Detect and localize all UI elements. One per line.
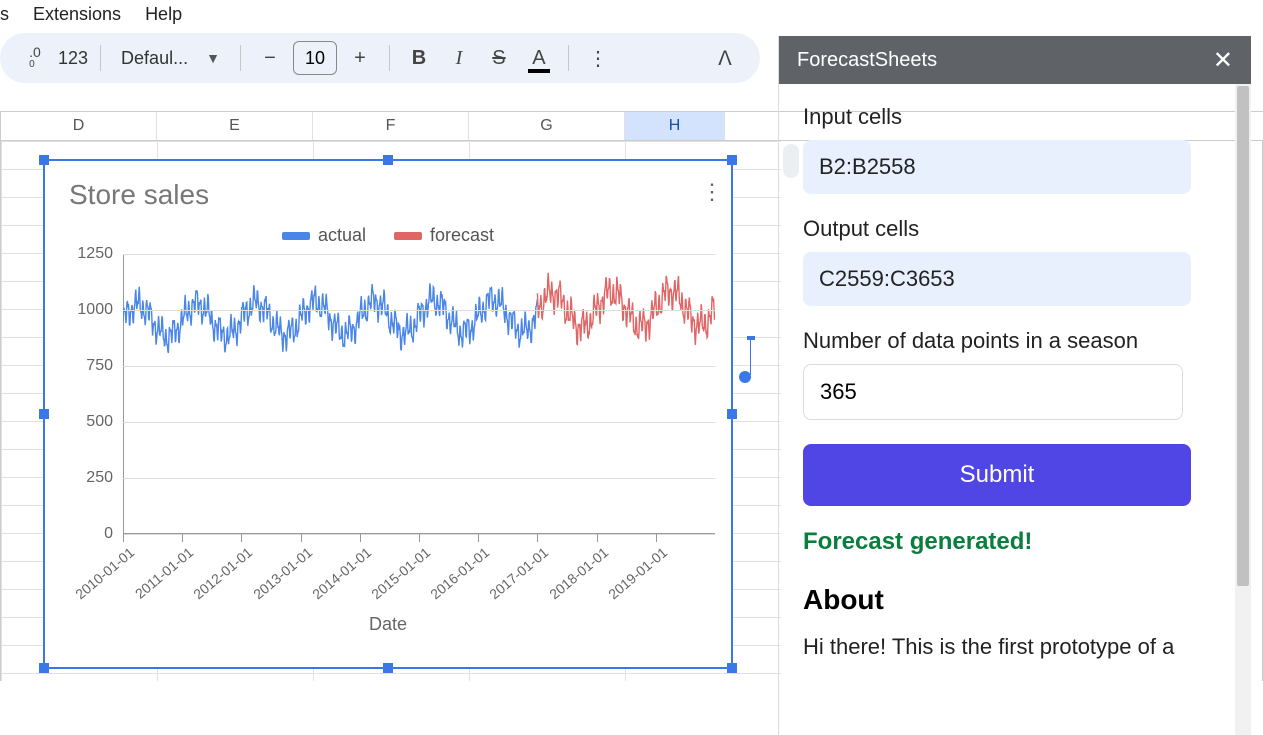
x-tick [478,534,479,542]
menu-item-help[interactable]: Help [145,4,182,25]
input-cells-label: Input cells [803,104,1227,130]
font-family-select[interactable]: Defaul... ▼ [113,48,228,69]
close-icon[interactable]: ✕ [1213,46,1233,75]
status-message: Forecast generated! [803,528,1227,556]
embedded-chart[interactable]: Store sales ⋮ actual forecast [43,159,733,669]
gridline [123,478,715,479]
y-tick-label: 750 [69,357,113,375]
x-tick [182,534,183,542]
sidepanel-title: ForecastSheets [797,49,937,72]
bold-button[interactable]: B [402,41,436,75]
toolbar-separator [240,45,241,71]
text-color-swatch [528,69,550,73]
x-tick [241,534,242,542]
x-tick [360,534,361,542]
chart-anchor-handle[interactable] [739,371,751,383]
number-format-button[interactable]: 123 [58,48,88,69]
font-size-input[interactable]: 10 [293,41,337,75]
increase-font-button[interactable]: + [343,41,377,75]
x-tick [597,534,598,542]
sidepanel-scrollbar[interactable] [1235,84,1251,735]
gridline [123,366,715,367]
x-tick [419,534,420,542]
output-cells-field[interactable]: C2559:C3653 [803,252,1191,306]
chevron-down-icon: ▼ [206,50,220,66]
y-tick-label: 250 [69,469,113,487]
text-color-button[interactable]: A [522,41,556,75]
gridline [123,310,715,311]
chart-series [123,254,715,534]
submit-button[interactable]: Submit [803,444,1191,506]
col-header-g[interactable]: G [469,112,625,140]
chart-title: Store sales [69,179,707,211]
legend-label: actual [318,225,366,246]
strikethrough-button[interactable]: S [482,41,516,75]
col-header-f[interactable]: F [313,112,469,140]
x-axis-label: Date [69,614,707,635]
sidepanel-body: Input cells B2:B2558 Output cells C2559:… [779,84,1251,735]
italic-button[interactable]: I [442,41,476,75]
chart-anchor-indicator [750,339,751,375]
menu-bar: s Extensions Help [0,0,1263,33]
chart-menu-button[interactable]: ⋮ [701,179,723,205]
input-cells-field[interactable]: B2:B2558 [803,140,1191,194]
collapse-toolbar-button[interactable]: ᐱ [708,41,742,75]
chart-legend: actual forecast [69,225,707,246]
season-input[interactable] [803,364,1183,420]
about-text: Hi there! This is the first prototype of… [803,632,1227,663]
legend-swatch [282,232,310,240]
series-path [537,273,715,345]
gridline [123,422,715,423]
font-name-label: Defaul... [121,48,188,69]
series-path [123,283,537,353]
formatting-toolbar: .00 123 Defaul... ▼ − 10 + B I S A ⋮ ᐱ [0,33,760,83]
about-heading: About [803,584,1227,616]
decrease-font-button[interactable]: − [253,41,287,75]
y-tick-label: 500 [69,413,113,431]
x-tick [656,534,657,542]
forecastsheets-sidepanel: ForecastSheets ✕ Input cells B2:B2558 Ou… [778,36,1251,735]
output-cells-label: Output cells [803,216,1227,242]
x-tick [301,534,302,542]
legend-label: forecast [430,225,494,246]
col-header-h[interactable]: H [625,112,725,140]
x-tick [123,534,124,542]
scrollbar-thumb[interactable] [1237,86,1249,586]
legend-swatch [394,232,422,240]
x-tick [537,534,538,542]
toolbar-separator [100,45,101,71]
sidepanel-header: ForecastSheets ✕ [779,36,1251,84]
chart-plot-area: 0250500750100012502010-01-012011-01-0120… [75,254,715,534]
chart-anchor-indicator [747,336,755,340]
y-tick-label: 1250 [69,245,113,263]
legend-item-actual: actual [282,225,366,246]
text-color-glyph: A [532,47,545,70]
legend-item-forecast: forecast [394,225,494,246]
gridline [123,254,715,255]
season-label: Number of data points in a season [803,328,1227,354]
toolbar-separator [568,45,569,71]
menu-item-extensions[interactable]: Extensions [33,4,121,25]
col-header-d[interactable]: D [1,112,157,140]
toolbar-separator [389,45,390,71]
y-tick-label: 1000 [69,301,113,319]
more-formatting-button[interactable]: ⋮ [581,41,615,75]
y-tick-label: 0 [69,525,113,543]
col-header-e[interactable]: E [157,112,313,140]
menu-item-partial[interactable]: s [0,4,9,25]
decimal-places-button[interactable]: .00 [18,41,52,75]
